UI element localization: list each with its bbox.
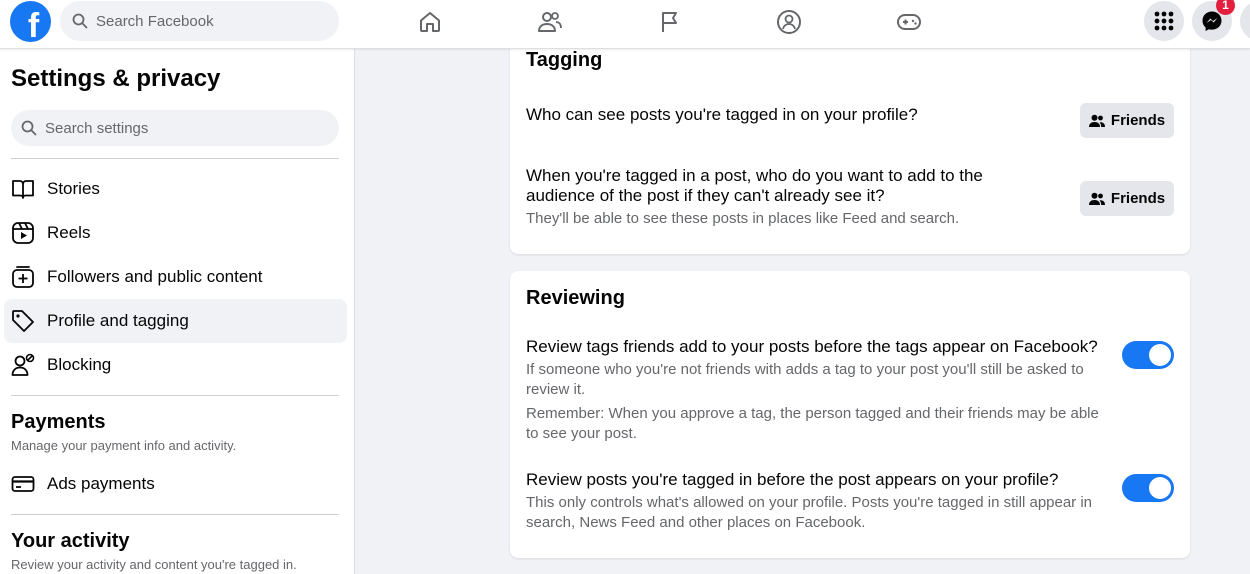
review-tags-question: Review tags friends add to your posts be… (526, 337, 1098, 356)
add-box-icon (10, 264, 36, 290)
activity-section-description: Review your activity and content you're … (11, 557, 297, 572)
sidebar-item-reels[interactable]: Reels (4, 211, 347, 255)
sidebar-item-profile-and-tagging[interactable]: Profile and tagging (4, 299, 347, 343)
friends-icon[interactable] (532, 6, 568, 38)
sidebar-item-label: Blocking (47, 355, 112, 374)
payments-section-title: Payments (11, 411, 106, 433)
tagging-card: Tagging Who can see posts you're tagged … (510, 30, 1190, 254)
sidebar-item-blocking[interactable]: Blocking (4, 343, 347, 387)
sidebar-divider (11, 514, 339, 515)
tagged-posts-visibility-question: Who can see posts you're tagged in on yo… (526, 105, 918, 124)
sidebar-title: Settings & privacy (11, 65, 221, 92)
facebook-search-input[interactable] (96, 12, 316, 30)
friends-icon (1088, 192, 1105, 205)
review-tags-description-2-line2: to see your post. (526, 425, 637, 442)
review-tags-description-1-line1: If someone who you're not friends with a… (526, 361, 1084, 378)
facebook-search-box[interactable] (60, 1, 339, 41)
sidebar-item-stories[interactable]: Stories (4, 167, 347, 211)
sidebar-item-followers[interactable]: Followers and public content (4, 255, 347, 299)
account-button[interactable] (1240, 1, 1250, 41)
friends-icon (1088, 114, 1105, 127)
settings-sidebar: Settings & privacy Stories Reels Followe… (0, 49, 355, 574)
tag-audience-question-line2: audience of the post if they can't alrea… (526, 186, 885, 205)
gaming-icon[interactable] (891, 6, 927, 38)
reviewing-card: Reviewing Review tags friends add to you… (510, 271, 1190, 558)
settings-search-input[interactable] (45, 119, 265, 137)
review-posts-description-line2: search, News Feed and other places on Fa… (526, 514, 866, 531)
sidebar-item-label: Followers and public content (47, 267, 263, 286)
book-icon (10, 176, 36, 202)
menu-button[interactable] (1144, 1, 1184, 41)
sidebar-divider (11, 158, 339, 159)
sidebar-item-label: Reels (47, 223, 91, 242)
tag-icon (10, 308, 36, 334)
review-posts-description-line1: This only controls what's allowed on you… (526, 494, 1093, 511)
home-icon[interactable] (412, 6, 448, 38)
reviewing-title: Reviewing (526, 287, 625, 309)
tagged-posts-audience-button[interactable]: Friends (1080, 103, 1174, 138)
facebook-logo[interactable]: f (10, 1, 51, 42)
reels-icon (10, 220, 36, 246)
audience-label: Friends (1110, 190, 1166, 207)
audience-label: Friends (1110, 112, 1166, 129)
groups-icon[interactable] (771, 6, 807, 38)
tag-audience-description: They'll be able to see these posts in pl… (526, 210, 960, 227)
grid-menu-icon (1154, 11, 1174, 31)
settings-search-box[interactable] (11, 110, 339, 146)
activity-section-title: Your activity (11, 530, 130, 552)
review-tags-description-1-line2: review it. (526, 381, 586, 398)
search-icon (72, 13, 88, 29)
review-tags-toggle[interactable] (1122, 341, 1174, 369)
facebook-logo-letter: f (27, 7, 40, 42)
messenger-badge: 1 (1216, 0, 1235, 15)
review-posts-question: Review posts you're tagged in before the… (526, 470, 1059, 489)
top-navigation-bar: f 1 (0, 0, 1250, 49)
tag-audience-button[interactable]: Friends (1080, 181, 1174, 216)
block-user-icon (10, 352, 36, 378)
sidebar-divider (11, 395, 339, 396)
card-icon (10, 471, 36, 497)
tag-audience-question-line1: When you're tagged in a post, who do you… (526, 166, 983, 185)
toggle-knob (1149, 344, 1171, 366)
sidebar-item-ads-payments[interactable]: Ads payments (4, 462, 347, 506)
sidebar-item-label: Ads payments (47, 474, 155, 493)
payments-section-description: Manage your payment info and activity. (11, 438, 237, 453)
toggle-knob (1149, 477, 1171, 499)
review-tags-description-2-line1: Remember: When you approve a tag, the pe… (526, 405, 1099, 422)
sidebar-item-label: Stories (47, 179, 100, 198)
pages-flag-icon[interactable] (652, 6, 688, 38)
sidebar-item-label: Profile and tagging (47, 311, 189, 330)
tagging-title: Tagging (526, 49, 603, 71)
review-posts-toggle[interactable] (1122, 474, 1174, 502)
search-icon (21, 120, 37, 136)
